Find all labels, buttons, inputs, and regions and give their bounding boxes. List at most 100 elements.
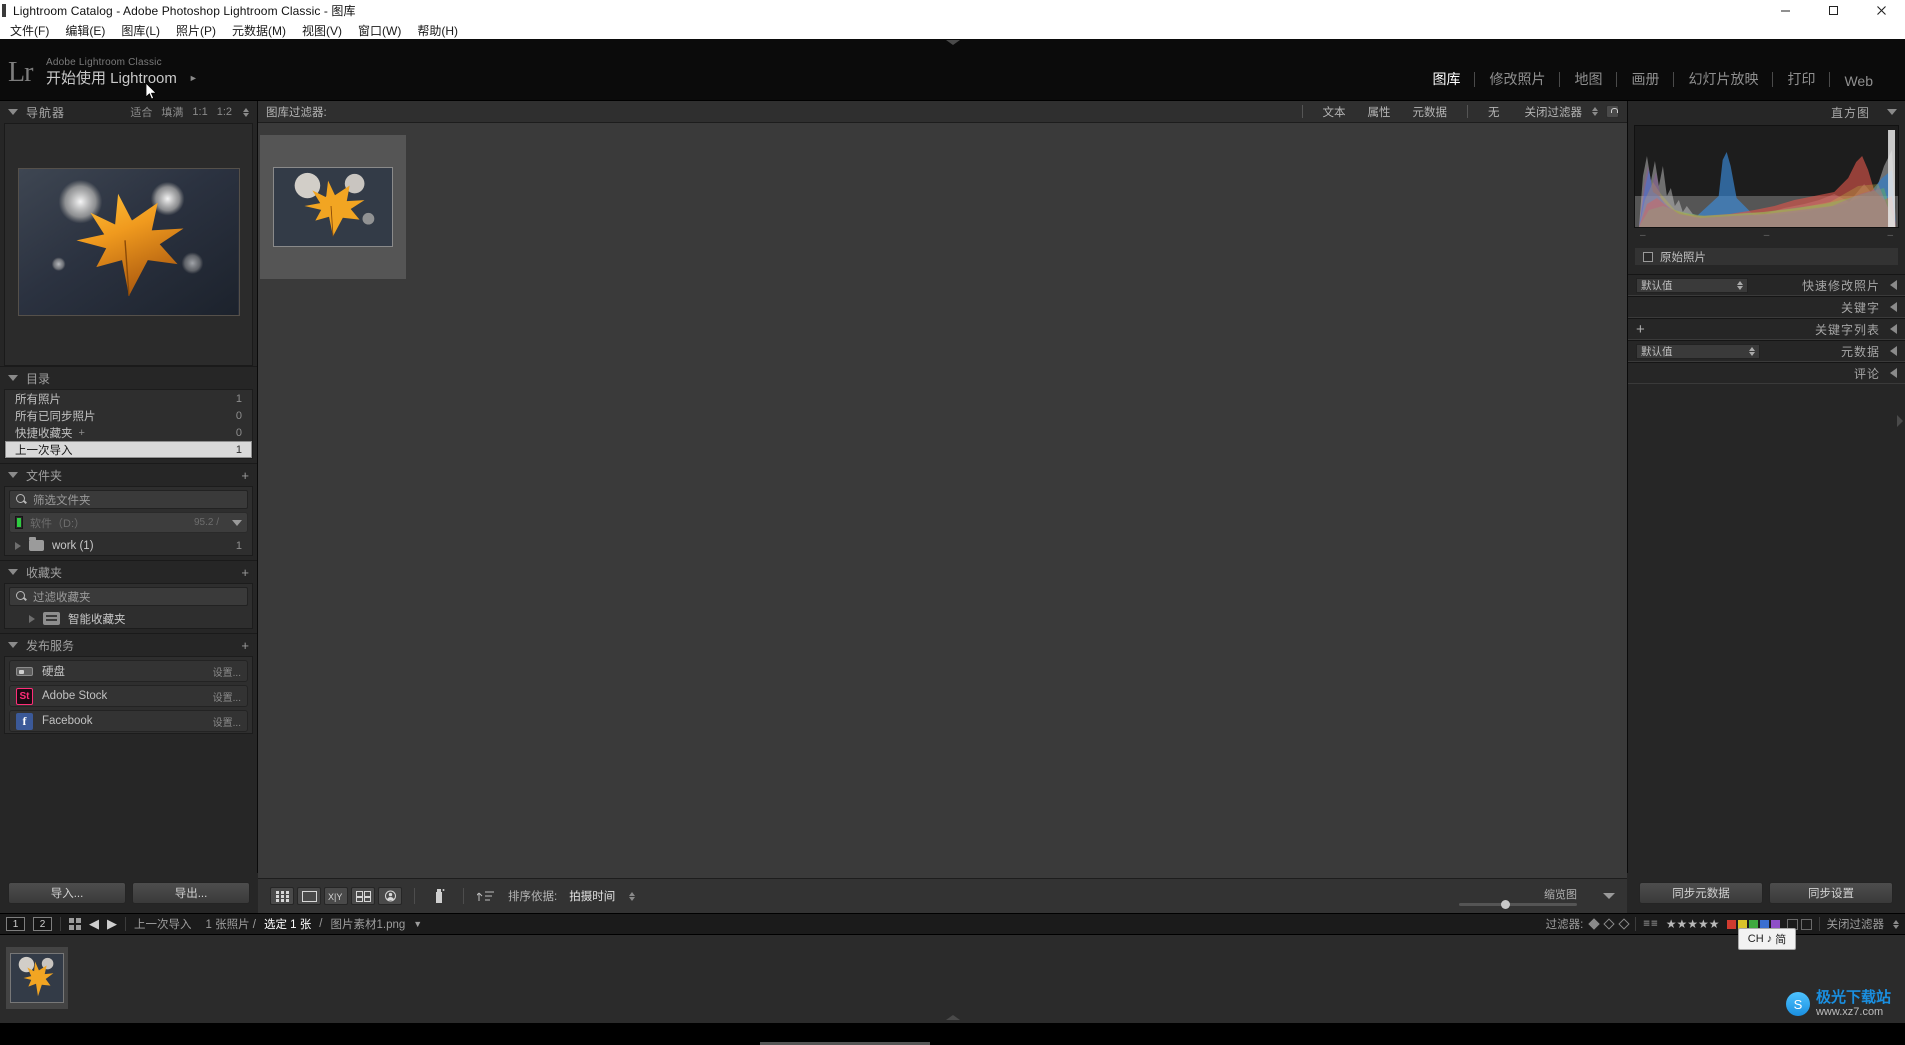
filter-tab-text[interactable]: 文本 — [1312, 104, 1357, 120]
photo-thumbnail[interactable] — [273, 167, 393, 247]
sort-order-icon[interactable]: ≡≡ — [1643, 918, 1658, 930]
original-photo-row[interactable]: 原始照片 — [1634, 247, 1899, 266]
collapse-left-triangle-icon[interactable] — [1890, 280, 1897, 290]
module-library[interactable]: 图库 — [1418, 69, 1474, 89]
add-collection-button[interactable]: + — [241, 565, 249, 580]
collapse-triangle-icon[interactable] — [8, 642, 18, 648]
filter-tab-attribute[interactable]: 属性 — [1357, 104, 1402, 120]
menu-view[interactable]: 视图(V) — [294, 22, 350, 39]
folders-header[interactable]: 文件夹 + — [0, 464, 257, 486]
section-comments[interactable]: 评论 — [1628, 362, 1905, 384]
section-quick-develop[interactable]: 默认值 快速修改照片 — [1628, 274, 1905, 296]
filter-tab-metadata[interactable]: 元数据 — [1402, 104, 1459, 120]
module-slideshow[interactable]: 幻灯片放映 — [1674, 69, 1772, 89]
original-photo-checkbox[interactable] — [1643, 251, 1653, 262]
module-develop[interactable]: 修改照片 — [1475, 69, 1559, 89]
arrow-right-icon[interactable]: ▶ — [107, 916, 117, 932]
catalog-item-quick-collection[interactable]: 快捷收藏夹 + 1 0 — [5, 424, 252, 441]
right-panel-toggle-caret[interactable] — [1897, 415, 1903, 427]
quick-develop-preset-select[interactable]: 默认值 — [1636, 277, 1748, 293]
module-map[interactable]: 地图 — [1560, 69, 1616, 89]
histogram-header[interactable]: 直方图 — [1628, 101, 1905, 123]
menu-photo[interactable]: 照片(P) — [168, 22, 224, 39]
close-filter-button[interactable]: 关闭过滤器 — [1525, 104, 1583, 120]
publish-item-harddrive[interactable]: 硬盘 设置... — [9, 660, 248, 682]
module-web[interactable]: Web — [1830, 73, 1887, 89]
arrow-left-icon[interactable]: ◀ — [89, 916, 99, 932]
folder-filter-input[interactable]: 筛选文件夹 — [9, 490, 248, 509]
identity-arrow-icon[interactable]: ► — [189, 69, 198, 88]
disclosure-triangle-icon[interactable] — [15, 541, 21, 550]
sort-direction-stepper[interactable] — [629, 891, 636, 901]
folder-item-work[interactable]: work (1) 1 — [5, 536, 252, 555]
close-filter-button-bottom[interactable]: 关闭过滤器 — [1827, 916, 1885, 932]
thumbnail-size-slider[interactable] — [1459, 900, 1577, 909]
histogram-graph[interactable] — [1634, 125, 1899, 228]
collection-item-smart[interactable]: 智能收藏夹 — [5, 609, 252, 628]
collection-filter-input[interactable]: 过滤收藏夹 — [9, 587, 248, 606]
collapse-triangle-icon[interactable] — [8, 569, 18, 575]
export-button[interactable]: 导出... — [132, 882, 250, 904]
import-button[interactable]: 导入... — [8, 882, 126, 904]
flag-picked-icon[interactable] — [1588, 918, 1600, 930]
grid-icon[interactable] — [69, 918, 81, 930]
toolbar-options-chevron-down-icon[interactable] — [1603, 893, 1615, 899]
collapse-triangle-icon[interactable] — [8, 375, 18, 381]
survey-view-icon[interactable] — [351, 887, 375, 905]
zoom-ratio-value[interactable]: 1:2 — [217, 106, 232, 118]
publish-item-settings[interactable]: 设置... — [213, 714, 241, 729]
metadata-preset-select[interactable]: 默认值 — [1636, 343, 1760, 359]
publish-item-settings[interactable]: 设置... — [213, 664, 241, 679]
filter-preset-stepper-bottom[interactable] — [1893, 919, 1899, 929]
filmstrip[interactable] — [0, 935, 1905, 1023]
disclosure-triangle-icon[interactable] — [29, 614, 35, 623]
collapse-triangle-icon[interactable] — [8, 472, 18, 478]
section-keyword-list[interactable]: + 关键字列表 — [1628, 318, 1905, 340]
publish-services-header[interactable]: 发布服务 + — [0, 634, 257, 656]
navigator-header[interactable]: 导航器 适合 填满 1:1 1:2 — [0, 101, 257, 123]
collapse-left-triangle-icon[interactable] — [1890, 346, 1897, 356]
collections-header[interactable]: 收藏夹 + — [0, 561, 257, 583]
section-metadata[interactable]: 默认值 元数据 — [1628, 340, 1905, 362]
second-window-2-button[interactable]: 2 — [33, 917, 52, 931]
filmstrip-source[interactable]: 上一次导入 — [134, 916, 192, 932]
catalog-item-all-photos[interactable]: 所有照片 1 — [5, 390, 252, 407]
grid-view[interactable] — [258, 123, 1627, 878]
filmstrip-chevron-down-icon[interactable]: ▼ — [413, 919, 422, 929]
catalog-header[interactable]: 目录 — [0, 367, 257, 389]
lock-icon[interactable] — [1606, 105, 1619, 118]
collapse-left-triangle-icon[interactable] — [1890, 302, 1897, 312]
publish-item-facebook[interactable]: f Facebook 设置... — [9, 710, 248, 732]
zoom-ratio-stepper[interactable] — [243, 107, 249, 117]
edited-filter-icon[interactable] — [1800, 918, 1812, 930]
grid-view-icon[interactable] — [270, 887, 294, 905]
collapse-triangle-icon[interactable] — [1887, 109, 1897, 115]
menu-library[interactable]: 图库(L) — [113, 22, 168, 39]
identity-plate[interactable]: Adobe Lightroom Classic 开始使用 Lightroom ► — [46, 57, 198, 88]
menu-window[interactable]: 窗口(W) — [350, 22, 409, 39]
zoom-1-1-button[interactable]: 1:1 — [192, 106, 207, 118]
second-window-1-button[interactable]: 1 — [6, 917, 25, 931]
top-panel-toggle-caret[interactable] — [945, 40, 960, 45]
catalog-item-all-synced[interactable]: 所有已同步照片 0 — [5, 407, 252, 424]
volume-row[interactable]: 软件（D:） 95.2 / — [9, 512, 248, 533]
zoom-fit-button[interactable]: 适合 — [130, 104, 152, 120]
slider-knob[interactable] — [1501, 900, 1510, 909]
sort-icon[interactable] — [476, 887, 496, 905]
flag-rejected-icon[interactable] — [1618, 918, 1630, 930]
filter-preset-stepper[interactable] — [1592, 107, 1598, 116]
rating-stars[interactable]: ★★★★★ — [1666, 917, 1720, 931]
sync-settings-button[interactable]: 同步设置 — [1769, 882, 1893, 904]
collapse-triangle-icon[interactable] — [8, 109, 18, 115]
collapse-left-triangle-icon[interactable] — [1890, 368, 1897, 378]
add-keyword-button[interactable]: + — [1636, 322, 1645, 337]
navigator-preview[interactable] — [4, 123, 253, 366]
menu-edit[interactable]: 编辑(E) — [57, 22, 113, 39]
filmstrip-toggle-caret[interactable] — [945, 1015, 960, 1020]
spray-can-icon[interactable] — [427, 887, 451, 905]
loupe-view-icon[interactable] — [297, 887, 321, 905]
sort-by-value[interactable]: 拍摄时间 — [569, 888, 615, 904]
filter-tab-none[interactable]: 无 — [1477, 104, 1511, 120]
maximize-button[interactable] — [1809, 0, 1857, 21]
grid-cell[interactable] — [260, 135, 406, 279]
